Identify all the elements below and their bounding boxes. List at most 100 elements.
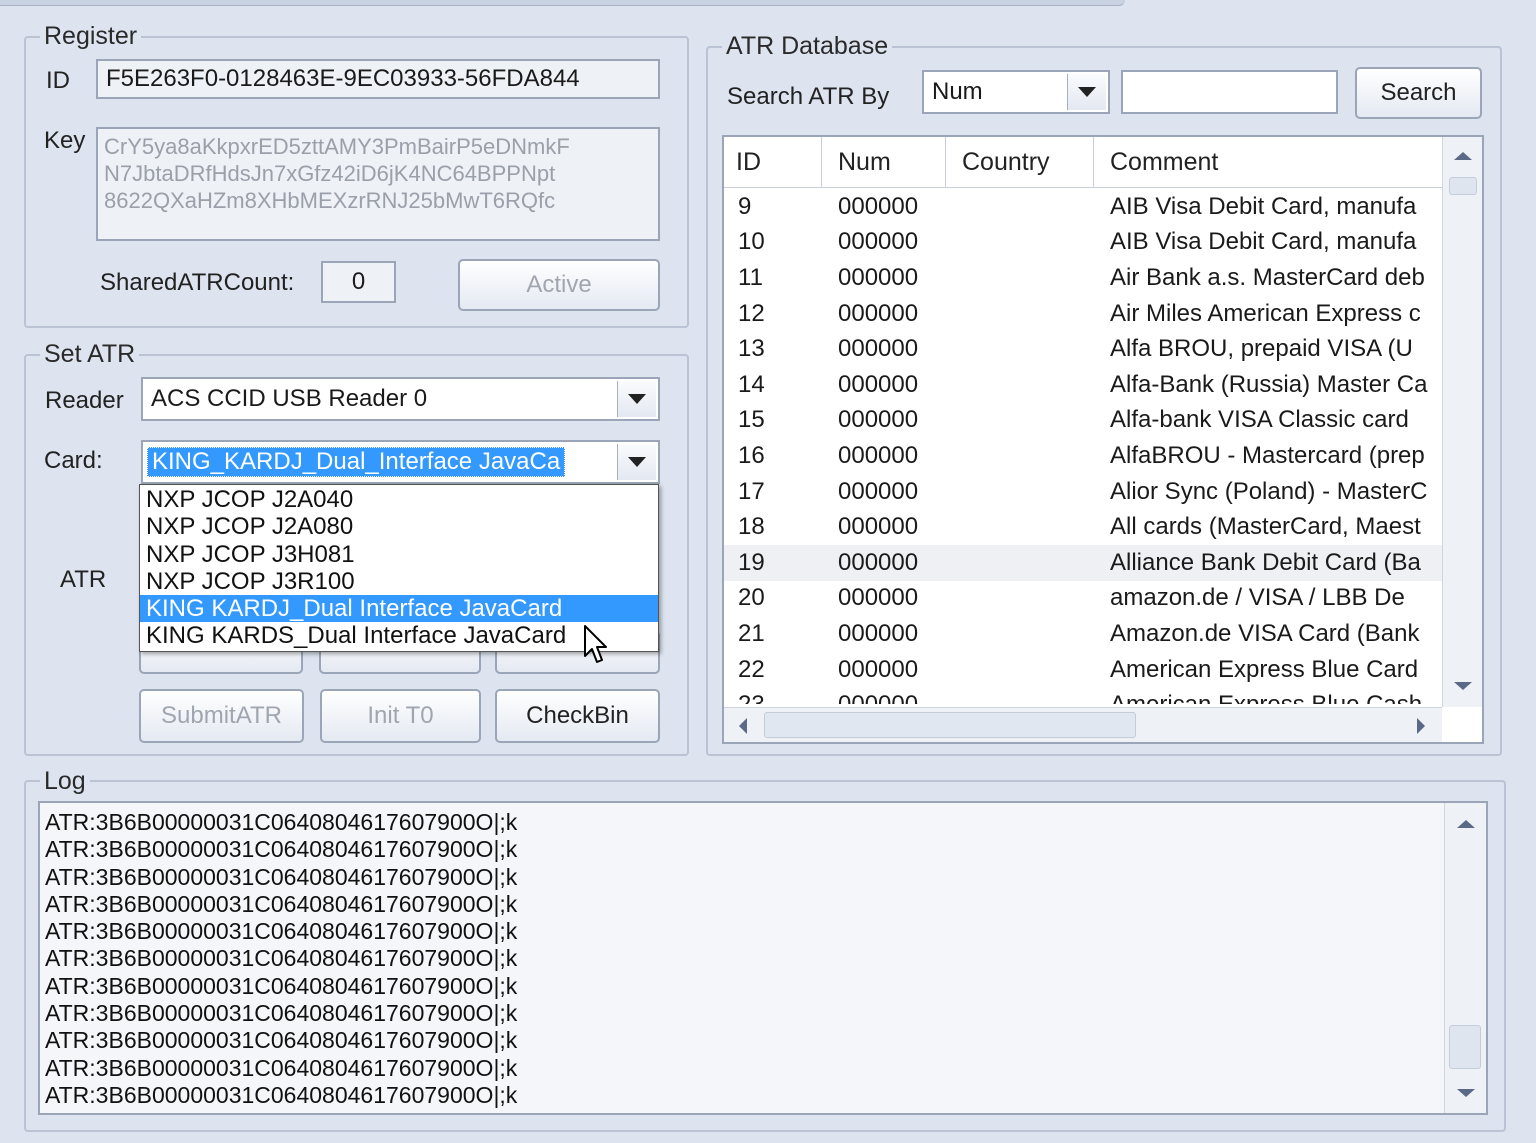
shared-atr-count-field[interactable]: 0 [321, 261, 396, 303]
cell-id: 20 [738, 584, 765, 612]
card-option[interactable]: NXP JCOP J3R100 [140, 568, 658, 595]
log-line: ATR:3B6B00000031C0640804617607900O|;k [45, 1000, 518, 1027]
cell-id: 23 [724, 691, 822, 704]
init-t0-button[interactable]: Init T0 [320, 689, 481, 743]
card-dropdown[interactable]: KING_KARDJ_Dual_Interface JavaCa [141, 440, 660, 484]
column-header-comment[interactable]: Comment [1094, 137, 1442, 187]
cell-comment: Alior Sync (Poland) - MasterC [1110, 477, 1428, 505]
cell-id: 17 [738, 477, 765, 505]
cell-comment: Amazon.de VISA Card (Bank [1110, 619, 1420, 647]
table-row[interactable]: 12 000000 Air Miles American Express c [724, 296, 1442, 332]
table-row[interactable]: 19 000000 Alliance Bank Debit Card (Ba [724, 545, 1442, 581]
cell-num: 000000 [838, 406, 919, 434]
atr-table-header: ID Num Country Comment [724, 137, 1442, 188]
reader-dropdown[interactable]: ACS CCID USB Reader 0 [141, 377, 660, 421]
mouse-cursor-icon [584, 625, 607, 663]
scroll-up-button[interactable] [1443, 141, 1482, 171]
card-option[interactable]: NXP JCOP J2A040 [140, 486, 658, 513]
scroll-thumb[interactable] [1449, 177, 1477, 195]
table-row[interactable]: 14 000000 Alfa-Bank (Russia) Master Ca [724, 367, 1442, 403]
card-value: KING_KARDJ_Dual_Interface JavaCa [147, 447, 566, 477]
scroll-right-button[interactable] [1406, 708, 1436, 742]
cell-num: 000000 [838, 548, 919, 576]
atr-label: ATR [60, 566, 107, 593]
table-row[interactable]: 13 000000 Alfa BROU, prepaid VISA (U [724, 331, 1442, 367]
log-line: ATR:3B6B00000031C0640804617607900O|;k [45, 918, 518, 945]
column-header-id[interactable]: ID [724, 137, 822, 187]
chevron-down-icon [1454, 682, 1472, 690]
id-field[interactable]: F5E263F0-0128463E-9EC03933-56FDA844 [96, 59, 660, 99]
log-line: ATR:3B6B00000031C0640804617607900O|;k [45, 1027, 518, 1054]
cell-comment: Alfa BROU, prepaid VISA (U [1110, 335, 1413, 363]
key-field[interactable]: CrY5ya8aKkpxrED5zttAMY3PmBairP5eDNmkF N7… [96, 127, 660, 241]
cell-id: 10 [738, 228, 765, 256]
log-vscroll[interactable] [1444, 803, 1486, 1113]
column-header-num[interactable]: Num [822, 137, 946, 187]
id-label: ID [46, 67, 70, 94]
table-row[interactable]: 9 000000 AIB Visa Debit Card, manufa [724, 189, 1442, 225]
cell-comment: AIB Visa Debit Card, manufa [1110, 192, 1417, 220]
log-textarea[interactable]: ATR:3B6B00000031C0640804617607900O|;k ATR… [38, 801, 1488, 1115]
cell-id: 16 [738, 441, 765, 469]
search-by-dropdown[interactable]: Num [922, 70, 1110, 114]
checkbin-button[interactable]: CheckBin [495, 689, 660, 743]
search-by-dropdown-arrow[interactable] [1067, 74, 1106, 110]
atr-table-vscroll[interactable] [1442, 137, 1482, 707]
table-row[interactable]: 11 000000 Air Bank a.s. MasterCard deb [724, 260, 1442, 296]
cell-id: 18 [738, 513, 765, 541]
log-scroll-thumb[interactable] [1449, 1025, 1481, 1069]
card-option[interactable]: NXP JCOP J3H081 [140, 541, 658, 568]
chevron-down-icon [628, 394, 646, 404]
cell-num: 000000 [838, 263, 919, 291]
table-row[interactable]: 22 000000 American Express Blue Card [724, 652, 1442, 688]
atr-database-legend: ATR Database [722, 32, 893, 60]
card-option-selected[interactable]: KING KARDJ_Dual Interface JavaCard [140, 595, 658, 623]
active-button[interactable]: Active [458, 259, 660, 311]
cell-num: 000000 [838, 441, 919, 469]
table-row[interactable]: 17 000000 Alior Sync (Poland) - MasterC [724, 474, 1442, 510]
atr-table-hscroll[interactable] [724, 707, 1442, 742]
log-lines: ATR:3B6B00000031C0640804617607900O|;k ATR… [45, 809, 517, 1109]
scroll-left-button[interactable] [728, 708, 758, 742]
cell-num: 000000 [838, 584, 919, 612]
chevron-up-icon [1457, 820, 1475, 828]
reader-dropdown-arrow[interactable] [617, 381, 656, 417]
cell-id: 22 [738, 655, 765, 683]
log-scroll-down-button[interactable] [1445, 1078, 1486, 1108]
table-row[interactable]: 23000000 American Express Blue Cash [724, 687, 1442, 704]
table-row[interactable]: 16 000000 AlfaBROU - Mastercard (prep [724, 438, 1442, 474]
card-option[interactable]: KING KARDS_Dual Interface JavaCard [140, 622, 658, 649]
cell-num: 000000 [838, 370, 919, 398]
cell-comment: Air Miles American Express c [1110, 299, 1421, 327]
chevron-right-icon [1417, 717, 1425, 734]
shared-atr-count-label: SharedATRCount: [100, 269, 295, 296]
card-option[interactable]: NXP JCOP J2A080 [140, 513, 658, 540]
card-dropdown-arrow[interactable] [617, 444, 656, 480]
submit-atr-button[interactable]: SubmitATR [139, 689, 304, 743]
search-button[interactable]: Search [1355, 67, 1482, 119]
register-legend: Register [40, 22, 142, 50]
cell-num: 000000 [838, 513, 919, 541]
column-header-country[interactable]: Country [946, 137, 1094, 187]
search-by-value: Num [932, 78, 983, 105]
key-line: N7JbtaDRfHdsJn7xGfz42iD6jK4NC64BPPNpt [104, 161, 556, 186]
cell-comment: Air Bank a.s. MasterCard deb [1110, 263, 1425, 291]
log-scroll-up-button[interactable] [1445, 809, 1486, 839]
table-row[interactable]: 20 000000 amazon.de / VISA / LBB De [724, 581, 1442, 617]
cell-id: 9 [738, 192, 752, 220]
scroll-down-button[interactable] [1443, 671, 1482, 701]
window-top-edge [0, 0, 1125, 6]
log-line: ATR:3B6B00000031C0640804617607900O|;k [45, 836, 518, 863]
cell-comment: Alfa-Bank (Russia) Master Ca [1110, 370, 1428, 398]
cell-num: 000000 [838, 192, 919, 220]
table-row[interactable]: 10 000000 AIB Visa Debit Card, manufa [724, 225, 1442, 261]
atr-table[interactable]: ID Num Country Comment 9 000000 AIB Visa D… [722, 135, 1484, 744]
cell-comment: Alfa-bank VISA Classic card [1110, 406, 1409, 434]
card-dropdown-list[interactable]: NXP JCOP J2A040 NXP JCOP J2A080 NXP JCOP… [139, 484, 659, 652]
table-row[interactable]: 18 000000 All cards (MasterCard, Maest [724, 509, 1442, 545]
hscroll-thumb[interactable] [764, 712, 1136, 738]
key-line: 8622QXaHZm8XHbMEXzrRNJ25bMwT6RQfc [104, 188, 556, 213]
table-row[interactable]: 21 000000 Amazon.de VISA Card (Bank [724, 616, 1442, 652]
table-row[interactable]: 15 000000 Alfa-bank VISA Classic card [724, 403, 1442, 439]
search-input[interactable] [1121, 70, 1338, 114]
